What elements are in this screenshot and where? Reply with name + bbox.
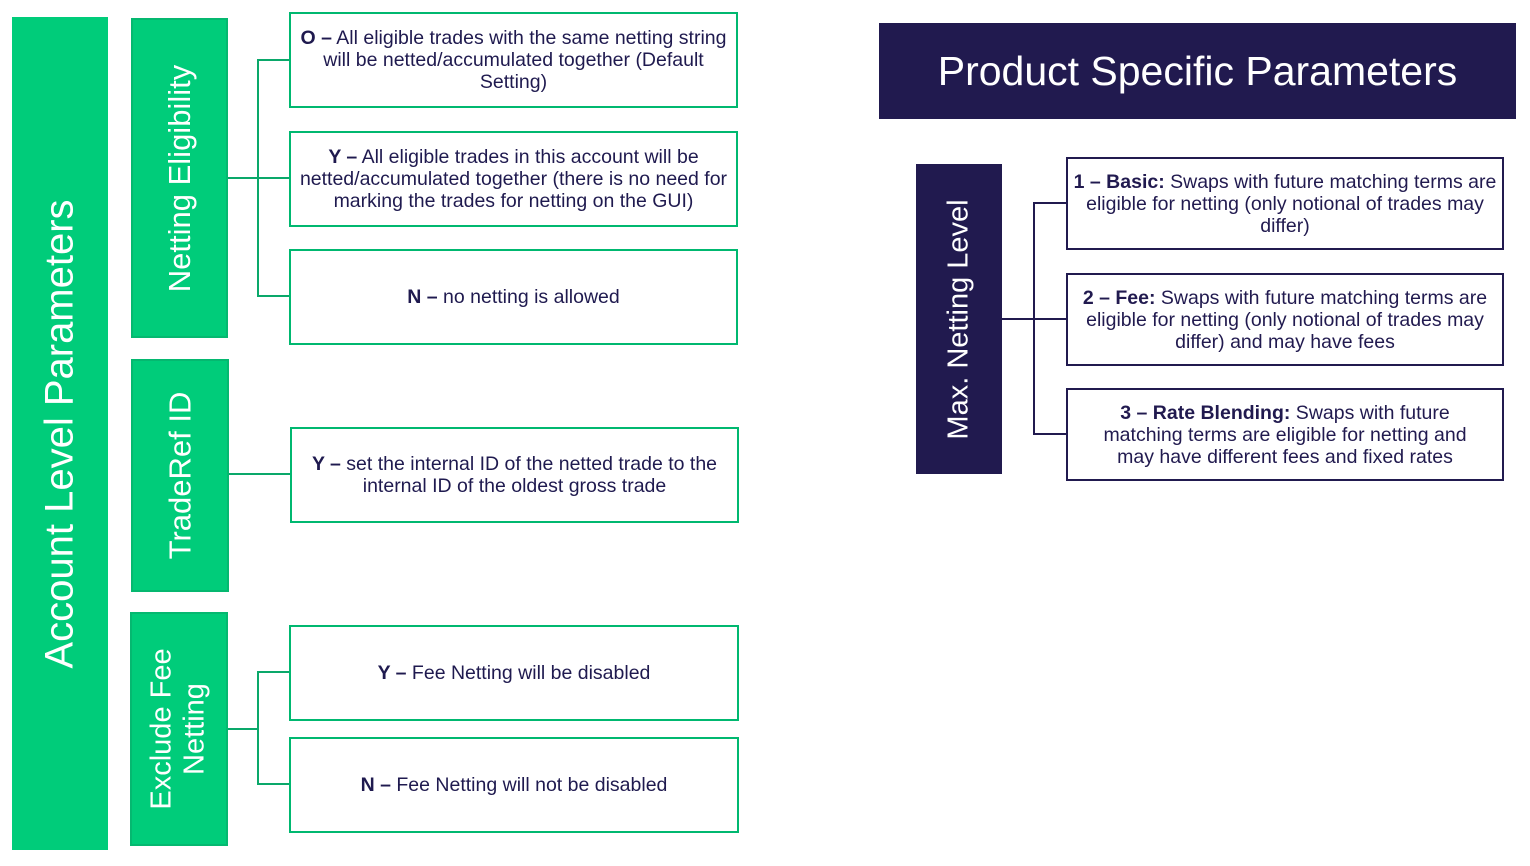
account-level-parameters-title: Account Level Parameters [38,198,82,669]
product-specific-parameters-header: Product Specific Parameters [879,23,1516,119]
exclude-fee-netting-label-line2: Netting [179,683,212,775]
option-text: All eligible trades with the same nettin… [323,27,727,93]
connector-line [228,177,259,179]
netting-eligibility-option-n: N – no netting is allowed [289,249,738,345]
option-key: 3 – Rate Blending: [1120,401,1291,424]
exclude-fee-netting-label-line1: Exclude Fee [146,648,179,810]
traderef-id-label: TradeRef ID [162,391,198,560]
netting-eligibility-block: Netting Eligibility [131,18,228,338]
option-text: Fee Netting will not be disabled [390,774,668,796]
exclude-fee-netting-block: Exclude Fee Netting [130,612,228,846]
connector-line [1033,318,1067,320]
max-netting-level-option-1: 1 – Basic: Swaps with future matching te… [1066,157,1504,250]
option-key: N – [407,286,438,308]
connector-line [257,671,290,673]
netting-eligibility-option-y: Y – All eligible trades in this account … [289,131,738,227]
option-key: Y – [328,146,358,168]
account-level-parameters-panel: Account Level Parameters [12,17,108,850]
exclude-fee-netting-option-y: Y – Fee Netting will be disabled [289,625,739,721]
connector-line [1033,433,1067,435]
option-text: set the internal ID of the netted trade … [340,453,718,497]
option-text: no netting is allowed [437,286,620,308]
netting-eligibility-label: Netting Eligibility [162,64,197,292]
connector-line [228,728,259,730]
exclude-fee-netting-option-n: N – Fee Netting will not be disabled [289,737,739,833]
traderef-id-block: TradeRef ID [131,359,229,592]
option-key: N – [360,774,391,796]
product-specific-parameters-title: Product Specific Parameters [937,47,1458,94]
max-netting-level-block: Max. Netting Level [916,164,1002,474]
exclude-fee-netting-label: Exclude Fee Netting [146,648,212,809]
connector-line [257,59,290,61]
connector-line [257,671,259,785]
option-key: Y – [311,453,341,475]
connector-line [257,177,290,179]
max-netting-level-label: Max. Netting Level [942,198,975,440]
connector-line [229,473,291,475]
option-key: 1 – Basic: [1073,170,1165,193]
max-netting-level-option-2: 2 – Fee: Swaps with future matching term… [1066,273,1504,366]
option-key: Y – [377,662,407,684]
max-netting-level-option-3: 3 – Rate Blending: Swaps with future mat… [1066,388,1504,481]
option-key: 2 – Fee: [1082,286,1156,309]
connector-line [257,295,290,297]
option-text: All eligible trades in this account will… [299,146,728,212]
connector-line [1033,202,1067,204]
option-text: Fee Netting will be disabled [406,662,651,684]
netting-eligibility-option-o: O – All eligible trades with the same ne… [289,12,738,108]
option-key: O – [300,27,332,49]
traderef-id-option-y: Y – set the internal ID of the netted tr… [290,427,739,523]
connector-line [1002,318,1036,320]
connector-line [257,783,290,785]
